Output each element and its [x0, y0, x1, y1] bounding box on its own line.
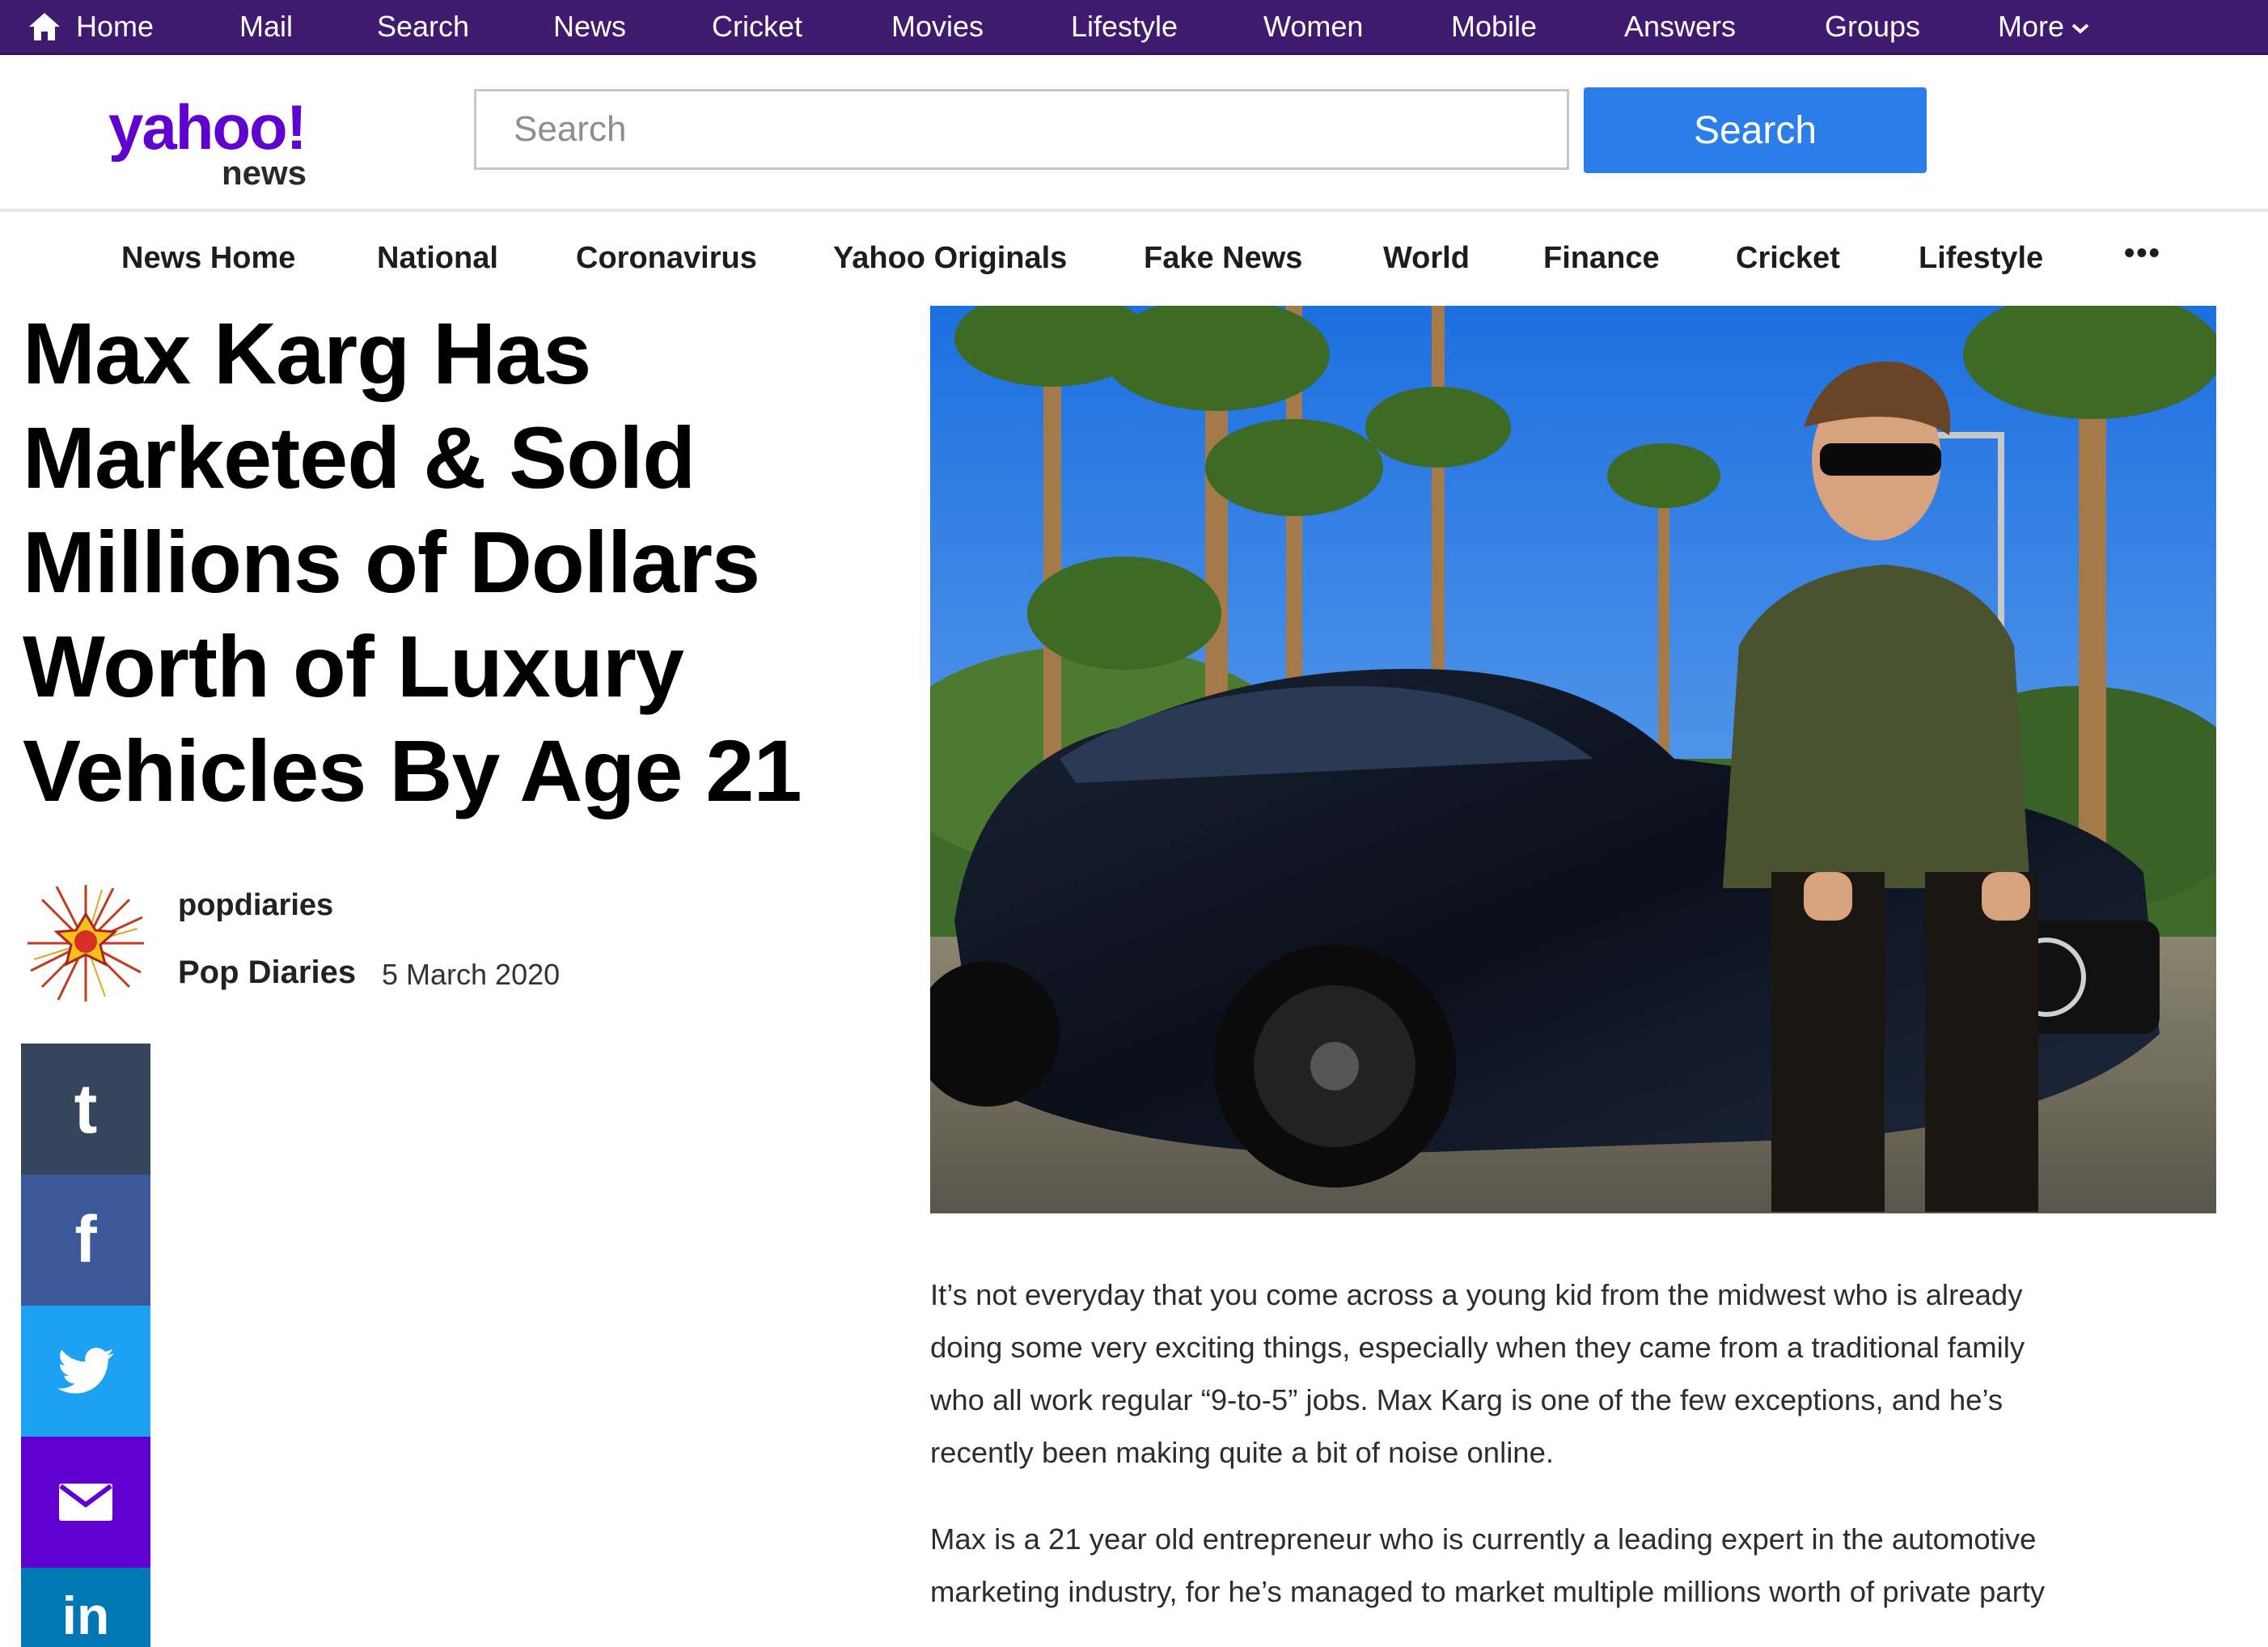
top-nav-cricket[interactable]: Cricket: [712, 0, 802, 53]
headline-line: Millions of Dollars: [23, 513, 760, 611]
linkedin-icon: in: [61, 1586, 110, 1645]
top-nav-mail[interactable]: Mail: [239, 0, 293, 53]
facebook-icon: f: [74, 1203, 97, 1277]
publisher-avatar[interactable]: [24, 882, 147, 1005]
section-nav-finance[interactable]: Finance: [1543, 241, 1660, 276]
share-tumblr-button[interactable]: t: [21, 1044, 150, 1175]
share-facebook-button[interactable]: f: [21, 1175, 150, 1306]
top-nav-more[interactable]: More: [1998, 0, 2090, 53]
logo-subtitle: news: [222, 154, 307, 192]
section-nav-world[interactable]: World: [1383, 241, 1470, 276]
more-dots-icon[interactable]: •••: [2124, 236, 2161, 271]
article-headline: Max Karg Has Marketed & Sold Millions of…: [23, 301, 880, 823]
section-nav-yahoo-originals[interactable]: Yahoo Originals: [833, 241, 1067, 276]
headline-line: Marketed & Sold: [23, 409, 696, 506]
top-nav-home[interactable]: Home: [76, 0, 154, 53]
publish-date: 5 March 2020: [382, 958, 561, 991]
yahoo-news-logo[interactable]: yahoo! news: [108, 91, 351, 196]
article-paragraph: It’s not everyday that you come across a…: [930, 1268, 2192, 1479]
publisher-name[interactable]: Pop Diaries: [178, 955, 356, 991]
article-paragraph: Max is a 21 year old entrepreneur who is…: [930, 1513, 2192, 1610]
top-nav-search[interactable]: Search: [377, 0, 469, 53]
section-nav-fake-news[interactable]: Fake News: [1144, 241, 1302, 276]
section-nav-cricket[interactable]: Cricket: [1736, 241, 1840, 276]
headline-line: Max Karg Has: [23, 304, 591, 402]
top-nav-lifestyle[interactable]: Lifestyle: [1071, 0, 1178, 53]
article-paragraph-clip: Max is a 21 year old entrepreneur who is…: [930, 1513, 2224, 1610]
paragraph-line: who all work regular “9-to-5” jobs. Max …: [930, 1383, 2004, 1416]
top-nav-mobile[interactable]: Mobile: [1451, 0, 1537, 53]
top-nav-bar: Home Mail Search News Cricket Movies Lif…: [0, 0, 2268, 55]
search-button[interactable]: Search: [1584, 87, 1927, 173]
top-nav-answers[interactable]: Answers: [1624, 0, 1736, 53]
top-nav-news[interactable]: News: [553, 0, 626, 53]
paragraph-line: doing some very exciting things, especia…: [930, 1331, 2025, 1364]
top-nav-movies[interactable]: Movies: [891, 0, 984, 53]
share-twitter-button[interactable]: [21, 1306, 150, 1437]
author-handle[interactable]: popdiaries: [178, 888, 333, 923]
paragraph-line: It’s not everyday that you come across a…: [930, 1278, 2023, 1311]
mail-icon: [59, 1484, 112, 1521]
tumblr-icon: t: [74, 1070, 98, 1148]
share-linkedin-button[interactable]: in: [21, 1568, 150, 1647]
section-nav-news-home[interactable]: News Home: [121, 241, 295, 276]
share-email-button[interactable]: [21, 1437, 150, 1568]
twitter-icon: [57, 1348, 114, 1394]
article-hero-photo: [930, 306, 2216, 1213]
headline-line: Vehicles By Age 21: [23, 722, 802, 819]
top-nav-more-label: More: [1998, 10, 2065, 43]
section-nav-lifestyle[interactable]: Lifestyle: [1919, 241, 2043, 276]
top-nav-women[interactable]: Women: [1263, 0, 1363, 53]
search-input[interactable]: [474, 89, 1569, 170]
headline-line: Worth of Luxury: [23, 617, 684, 715]
section-nav-coronavirus[interactable]: Coronavirus: [576, 241, 757, 276]
top-nav-groups[interactable]: Groups: [1825, 0, 1920, 53]
paragraph-line: Max is a 21 year old entrepreneur who is…: [930, 1522, 2037, 1556]
paragraph-line: recently been making quite a bit of nois…: [930, 1436, 1555, 1469]
paragraph-line: marketing industry, for he’s managed to …: [930, 1575, 2046, 1608]
section-nav-national[interactable]: National: [377, 241, 498, 276]
chevron-down-icon: [2071, 23, 2089, 35]
home-icon[interactable]: [28, 11, 61, 42]
